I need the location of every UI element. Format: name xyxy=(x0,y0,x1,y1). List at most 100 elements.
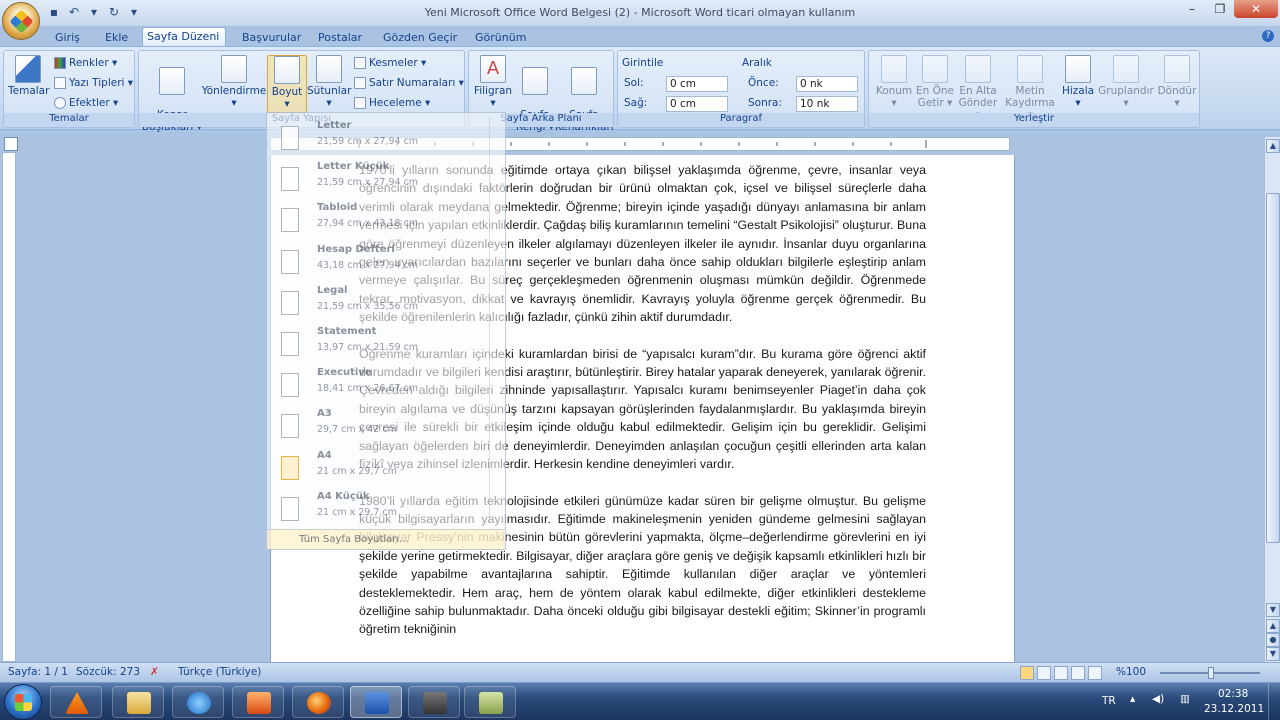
start-button[interactable] xyxy=(4,684,42,720)
once-spacing-input[interactable]: 0 nk xyxy=(796,76,858,92)
size-option[interactable]: A4 21 cm x 29,7 cm xyxy=(271,447,501,488)
draft-view-icon[interactable] xyxy=(1088,666,1102,680)
size-option[interactable]: Executive 18,41 cm x 26,67 cm xyxy=(271,364,501,405)
tab-ekle[interactable]: Ekle xyxy=(101,29,132,47)
yazi-tipleri-button[interactable]: Yazı Tipleri ▾ xyxy=(54,75,133,91)
columns-icon xyxy=(316,55,342,83)
volume-icon[interactable]: ◀) xyxy=(1152,693,1164,705)
tab-sayfa-duzeni[interactable]: Sayfa Düzeni xyxy=(142,27,226,48)
scroll-up-button[interactable]: ▲ xyxy=(1266,139,1280,153)
maximize-button[interactable]: ❐ xyxy=(1206,0,1234,18)
taskbar-firefox[interactable] xyxy=(292,686,344,718)
full-screen-view-icon[interactable] xyxy=(1037,666,1051,680)
satir-numaralari-button[interactable]: Satır Numaraları ▾ xyxy=(354,75,464,91)
size-option[interactable]: Legal 21,59 cm x 35,56 cm xyxy=(271,282,501,323)
network-icon[interactable]: ▥ xyxy=(1180,693,1190,705)
tab-postalar[interactable]: Postalar xyxy=(314,29,366,47)
taskbar-app-7[interactable] xyxy=(408,686,460,718)
filigran-button[interactable]: A Filigran ▾ xyxy=(471,55,515,109)
page-size-menu[interactable]: Letter 21,59 cm x 27,94 cm Letter Küçük 21,… xyxy=(266,112,506,550)
size-name: Hesap Defteri xyxy=(317,243,395,255)
dondur-button[interactable]: Döndür ▾ xyxy=(1155,55,1199,109)
status-bar: Sayfa: 1 / 1 Sözcük: 273 ✗ Türkçe (Türki… xyxy=(0,662,1280,682)
group-label: Yerleştir xyxy=(869,113,1199,127)
clock-time[interactable]: 02:38 xyxy=(1218,688,1248,700)
size-option[interactable]: Statement 13,97 cm x 21,59 cm xyxy=(271,323,501,364)
tab-gozden-gecir[interactable]: Gözden Geçir xyxy=(379,29,461,47)
tab-basvurular[interactable]: Başvurular xyxy=(238,29,305,47)
sonra-spacing-input[interactable]: 10 nk xyxy=(796,96,858,112)
redo-icon[interactable]: ↻ xyxy=(106,4,122,20)
tab-gorunum[interactable]: Görünüm xyxy=(471,29,530,47)
sol-indent-input[interactable]: 0 cm xyxy=(666,76,728,92)
hizala-button[interactable]: Hizala ▾ xyxy=(1059,55,1097,109)
size-name: Statement xyxy=(317,326,377,337)
vertical-scrollbar[interactable]: ▲ ▼ ▲ ● ▼ xyxy=(1264,137,1280,662)
outline-view-icon[interactable] xyxy=(1071,666,1085,680)
undo-icon[interactable]: ↶ xyxy=(66,4,82,20)
breaks-icon xyxy=(354,57,366,69)
page-count[interactable]: Sayfa: 1 / 1 xyxy=(8,666,68,678)
efektler-button[interactable]: Efektler ▾ xyxy=(54,95,118,111)
tab-selector[interactable] xyxy=(4,137,18,151)
scroll-thumb[interactable] xyxy=(1266,193,1280,543)
en-one-getir-button[interactable]: En Öne Getir ▾ xyxy=(915,55,955,109)
language-indicator[interactable]: Türkçe (Türkiye) xyxy=(178,666,261,678)
taskbar-app-8[interactable] xyxy=(464,686,516,718)
boyut-button[interactable]: Boyut ▾ xyxy=(267,55,307,113)
web-layout-view-icon[interactable] xyxy=(1054,666,1068,680)
sag-indent-input[interactable]: 0 cm xyxy=(666,96,728,112)
taskbar-media[interactable] xyxy=(232,686,284,718)
all-page-sizes-button[interactable]: Tüm Sayfa Boyutları... xyxy=(267,529,505,549)
position-icon xyxy=(881,55,907,83)
tab-giris[interactable]: Giriş xyxy=(51,29,84,47)
yonlendirme-button[interactable]: Yönlendirme ▾ xyxy=(201,55,267,109)
save-icon[interactable]: ▪ xyxy=(46,4,62,20)
proofing-icon[interactable]: ✗ xyxy=(150,666,159,678)
page-borders-icon xyxy=(571,67,597,95)
taskbar-ie[interactable] xyxy=(172,686,224,718)
language-bar[interactable]: TR xyxy=(1102,695,1116,707)
next-page-button[interactable]: ▼ xyxy=(1266,647,1280,661)
prev-page-button[interactable]: ▲ xyxy=(1266,619,1280,633)
zoom-level[interactable]: %100 xyxy=(1116,666,1146,678)
heceleme-button[interactable]: Heceleme ▾ xyxy=(354,95,430,111)
office-button[interactable] xyxy=(2,2,40,40)
temalar-button[interactable]: Temalar xyxy=(8,55,49,97)
gruplandir-button[interactable]: Gruplandır ▾ xyxy=(1097,55,1155,109)
minimize-button[interactable]: – xyxy=(1178,0,1206,18)
customize-qat-icon[interactable]: ▾ xyxy=(126,4,142,20)
tray-expand-icon[interactable]: ▴ xyxy=(1130,693,1135,705)
size-option[interactable]: Hesap Defteri 43,18 cm x 27,94 cm xyxy=(271,241,501,282)
size-option[interactable]: A3 29,7 cm x 42 cm xyxy=(271,405,501,446)
browse-object-button[interactable]: ● xyxy=(1266,633,1280,647)
renkler-button[interactable]: Renkler ▾ xyxy=(54,55,117,71)
word-count[interactable]: Sözcük: 273 xyxy=(76,666,140,678)
konum-button[interactable]: Konum ▾ xyxy=(873,55,915,109)
taskbar-explorer[interactable] xyxy=(112,686,164,718)
title-bar: Yeni Microsoft Office Word Belgesi (2) -… xyxy=(0,0,1280,26)
kesmeler-button[interactable]: Kesmeler ▾ xyxy=(354,55,426,71)
quick-access-toolbar: ▪ ↶ ▾ ↻ ▾ xyxy=(46,4,142,20)
dropdown-icon[interactable]: ▾ xyxy=(86,4,102,20)
margins-icon xyxy=(159,67,185,95)
close-button[interactable]: ✕ xyxy=(1234,0,1278,18)
help-icon[interactable]: ? xyxy=(1262,30,1274,42)
taskbar-vlc[interactable] xyxy=(50,686,102,718)
clock-date[interactable]: 23.12.2011 xyxy=(1204,703,1264,715)
vertical-ruler[interactable] xyxy=(2,152,16,662)
taskbar-word[interactable] xyxy=(350,686,402,718)
zoom-slider-thumb[interactable] xyxy=(1208,667,1214,679)
print-layout-view-icon[interactable] xyxy=(1020,666,1034,680)
size-option[interactable]: Letter Küçük 21,59 cm x 27,94 cm xyxy=(271,158,501,199)
page-thumbnail-icon xyxy=(281,414,299,439)
show-desktop-button[interactable] xyxy=(1268,683,1280,720)
size-option[interactable]: A4 Küçük 21 cm x 29,7 cm xyxy=(271,488,501,529)
size-option[interactable]: Tabloid 27,94 cm x 43,18 cm xyxy=(271,199,501,240)
scroll-down-button[interactable]: ▼ xyxy=(1266,603,1280,617)
metin-kaydirma-button[interactable]: Metin Kaydırma ▾ xyxy=(1001,55,1059,121)
effects-icon xyxy=(54,97,66,109)
sutunlar-button[interactable]: Sütunlar ▾ xyxy=(307,55,351,109)
size-option[interactable]: Letter 21,59 cm x 27,94 cm xyxy=(271,117,501,158)
en-alta-gonder-button[interactable]: En Alta Gönder ▾ xyxy=(955,55,1001,121)
